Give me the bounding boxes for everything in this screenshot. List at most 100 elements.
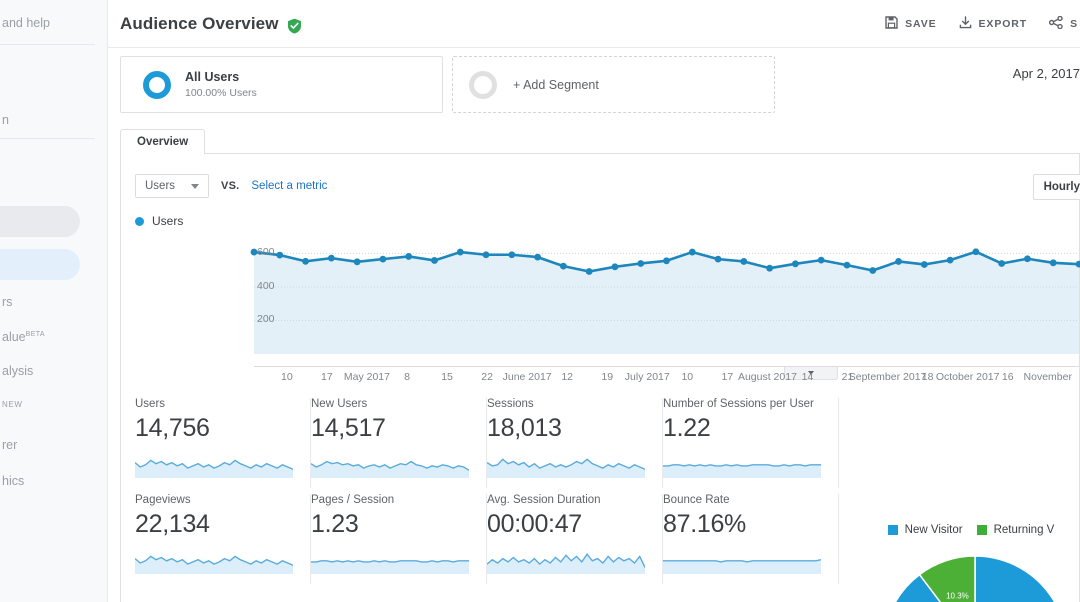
metric-cards: Users 14,756 New Users 14,517 Sessions 18,013… [135,398,845,584]
beta-badge: BETA [25,330,46,338]
metric-sparkline [135,459,293,478]
verified-badge-icon [287,18,302,34]
primary-metric-dropdown[interactable]: Users [135,174,210,198]
x-axis-tick: 17 [721,371,734,383]
empty-ring-icon [469,70,497,99]
pie-legend-label: Returning V [993,524,1055,536]
add-segment-button[interactable]: + Add Segment [452,56,775,113]
metric-card-value: 18,013 [487,414,562,442]
x-axis-tick: 22 [481,371,493,383]
sidebar-item-demographics[interactable]: hics [2,474,24,488]
pie-legend: New Visitor Returning V [829,524,1080,536]
segment-all-users[interactable]: All Users 100.00% Users [120,56,443,113]
metric-card[interactable]: Avg. Session Duration 00:00:47 [487,494,663,584]
x-axis: 10 17 May 2017 8 15 22 June 2017 12 19 July 2017 1… [254,366,1079,386]
pie-slice-label: 10.3% [946,592,969,601]
panel-body: Users VS. Select a metric Hourly Users 6… [120,153,1080,602]
add-segment-label: + Add Segment [513,77,599,92]
segment-name: All Users [185,70,240,84]
date-range-selector[interactable]: Apr 2, 2017 [1013,66,1080,81]
metric-card-label: Pages / Session [311,494,395,506]
new-vs-returning-pie: New Visitor Returning V 89.7%10.3% [829,524,1080,602]
x-axis-tick: 10 [280,371,293,383]
legend-swatch-icon [887,525,898,535]
sidebar-fragment-realtime[interactable]: n [2,113,9,127]
metric-card-value: 14,756 [135,414,210,442]
sidebar-item-cohort-analysis[interactable]: alysis [2,364,33,378]
metric-card[interactable]: Number of Sessions per User 1.22 [663,398,839,488]
chart-legend: Users [121,198,1079,228]
legend-label-users: Users [152,214,184,228]
metric-card-label: Pageviews [135,494,191,506]
page-title: Audience Overview [120,14,279,33]
share-icon [1048,15,1063,32]
metric-sparkline [663,464,821,478]
metric-card-label: Bounce Rate [663,494,730,506]
x-axis-tick: 15 [441,371,453,383]
x-axis-tick: 12 [561,371,574,383]
granularity-button-hourly[interactable]: Hourly [1032,174,1080,200]
sidebar-item-lifetime-value[interactable]: alueBETA [2,330,45,344]
x-axis-tick: October 2017 [935,371,1000,383]
legend-swatch-icon [976,525,987,535]
new-badge: NEW [2,400,23,409]
metric-card-label: Users [135,398,166,410]
sidebar-item-selected[interactable] [0,249,80,280]
metric-card-value: 00:00:47 [487,510,582,538]
save-button[interactable]: SAVE [885,16,936,32]
export-icon [959,16,972,32]
metric-card-value: 87.16% [663,510,746,538]
analytics-page: and help n rs alueBETA alysis NEW rer hi… [0,0,1080,602]
y-axis-label-600: 600 [257,246,275,259]
x-axis-tick: 10 [681,371,694,383]
metric-sparkline [311,460,469,478]
x-axis-tick: 18 [921,371,934,383]
metric-card-value: 1.22 [663,414,711,442]
x-axis-tick: 17 [321,371,333,383]
pie-canvas[interactable]: 89.7%10.3% [875,548,1075,602]
primary-metric-label: Users [145,180,176,192]
x-axis-tick: September 2017 [848,371,927,383]
page-header: Audience Overview SAVE EXPORT S [108,0,1080,48]
pie-legend-new-visitor[interactable]: New Visitor [887,524,963,536]
metric-card[interactable]: Bounce Rate 87.16% [663,494,839,584]
x-axis-tick: June 2017 [502,371,552,383]
metric-card[interactable]: Pages / Session 1.23 [311,494,487,584]
sidebar-item-users[interactable]: rs [2,295,12,309]
metric-card[interactable]: Sessions 18,013 [487,398,663,488]
sidebar-fragment-help[interactable]: and help [2,16,50,30]
pie-legend-returning-visitor[interactable]: Returning V [976,524,1055,536]
vs-label: VS. [221,180,240,192]
metric-card-label: New Users [311,398,368,410]
save-icon [885,16,898,32]
x-axis-tick: 14 [801,371,814,383]
x-axis-tick: 16 [1001,371,1014,383]
share-button[interactable]: S [1048,15,1078,32]
main-content: Audience Overview SAVE EXPORT S All User… [108,0,1080,602]
metric-card[interactable]: New Users 14,517 [311,398,487,488]
metric-controls: Users VS. Select a metric Hourly [121,166,1080,200]
tab-bar: Overview [120,125,1080,154]
x-axis-tick: May 2017 [343,371,390,383]
sidebar-item-user-explorer[interactable]: rer [2,438,17,452]
x-axis-tick: July 2017 [624,371,670,383]
x-axis-tick: 19 [601,371,614,383]
select-metric-link[interactable]: Select a metric [251,180,327,192]
users-line-chart[interactable]: 600 400 200 [121,234,1080,366]
sidebar-item-highlight[interactable] [0,206,80,237]
segment-text: All Users 100.00% Users [185,70,257,99]
tab-overview[interactable]: Overview [120,129,206,154]
x-axis-tick: August 2017 [737,371,797,383]
metric-card-value: 22,134 [135,510,210,538]
y-axis-label-200: 200 [257,313,275,326]
metric-card[interactable]: Users 14,756 [135,398,311,488]
sidebar-divider [0,138,95,139]
y-axis-label-400: 400 [257,279,275,292]
sidebar: and help n rs alueBETA alysis NEW rer hi… [0,0,108,602]
metric-card-label: Sessions [487,398,534,410]
segment-subtitle: 100.00% Users [185,87,257,99]
overview-panel: Overview Users VS. Select a metric Hourl… [120,125,1080,602]
export-button[interactable]: EXPORT [959,16,1028,32]
metric-sparkline [487,553,645,574]
metric-card[interactable]: Pageviews 22,134 [135,494,311,584]
